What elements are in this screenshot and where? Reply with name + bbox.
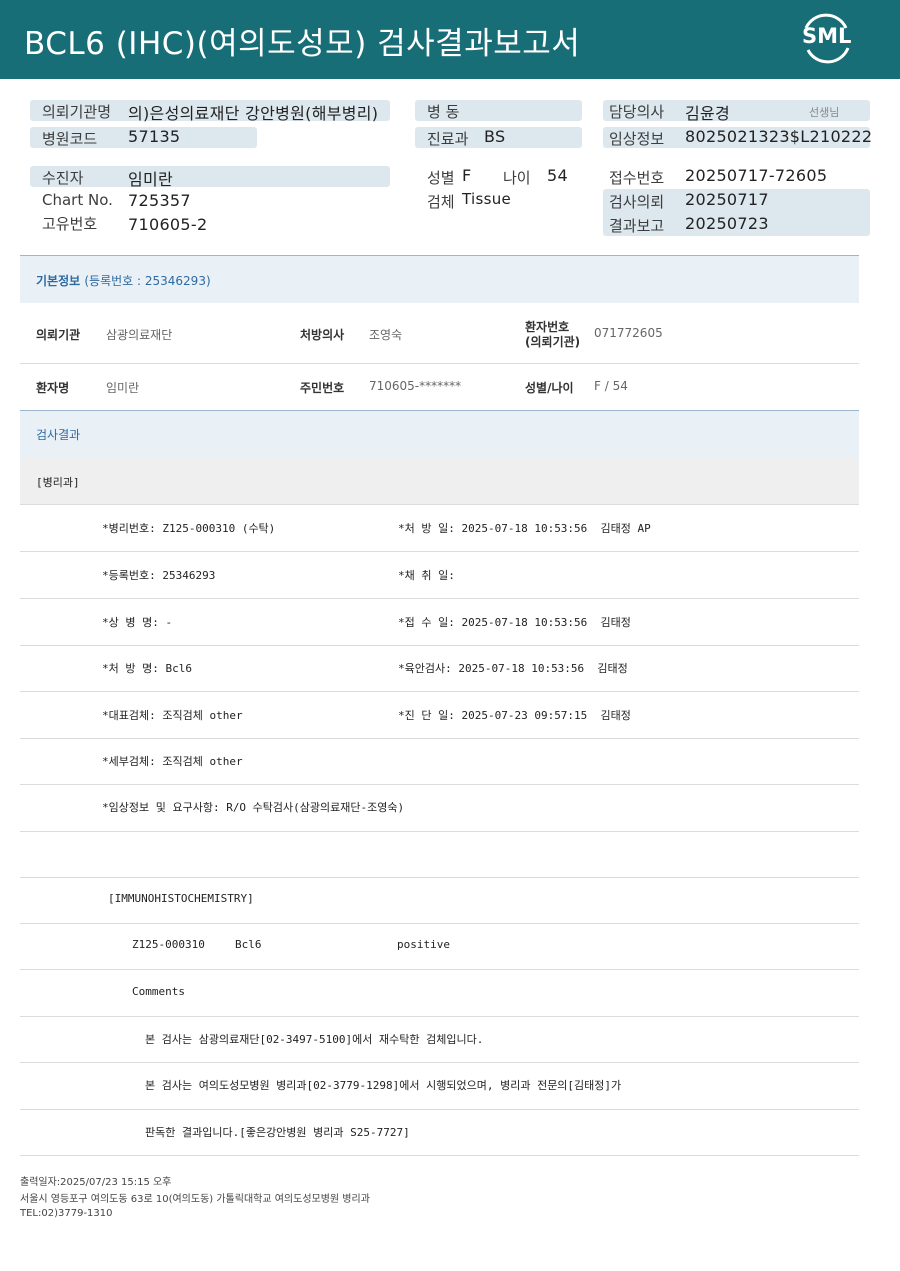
pathology-dept-row: [병리과]: [20, 458, 859, 505]
comment-text: 판독한 결과입니다.[좋은강안병원 병리과 S25-7727]: [145, 1126, 410, 1139]
result-left: *임상정보 및 요구사항: R/O 수탁검사(삼광의료재단-조영숙): [102, 801, 405, 814]
doctor-label: 담당의사: [609, 103, 665, 121]
age-label: 나이: [503, 169, 531, 187]
comments-row: Comments: [20, 970, 859, 1017]
result-right: *처 방 일: 2025-07-18 10:53:56 김태정 AP: [398, 522, 651, 535]
age-value: 54: [547, 166, 568, 185]
result-row: *세부검체: 조직검체 other: [20, 738, 859, 785]
comment-text: 본 검사는 여의도성모병원 병리과[02-3779-1298]에서 시행되었으며…: [145, 1079, 622, 1092]
result-title: 검사결과: [36, 428, 81, 442]
patient-label: 수진자: [42, 169, 84, 187]
prescriber-key: 처방의사: [300, 328, 345, 342]
result-left: *상 병 명: -: [102, 616, 173, 629]
ihc-id: Z125-000310: [132, 938, 205, 951]
patient-band: [30, 166, 390, 187]
registration-number: (등록번호 : 25346293): [84, 274, 211, 288]
receipt-label: 접수번호: [609, 169, 665, 187]
uid-label: 고유번호: [42, 215, 98, 233]
receipt-value: 20250717-72605: [685, 166, 828, 185]
ihc-title-row: [IMMUNOHISTOCHEMISTRY]: [20, 877, 859, 924]
patient-number-key-sub: (의뢰기관): [525, 335, 581, 349]
basic-info-row: 환자명 임미란 주민번호 710605-******* 성별/나이 F / 54: [20, 364, 859, 411]
sex-value: F: [462, 166, 472, 185]
patient-value: 임미란: [128, 170, 174, 189]
telephone: TEL:02)3779-1310: [20, 1208, 113, 1219]
clinical-label: 임상정보: [609, 130, 665, 148]
sex-age-value: F / 54: [594, 379, 628, 393]
patient-name-value: 임미란: [106, 381, 140, 395]
ihc-result: positive: [397, 938, 450, 951]
resident-number-value: 710605-*******: [369, 379, 462, 393]
result-row: *처 방 명: Bcl6 *육안검사: 2025-07-18 10:53:56 …: [20, 645, 859, 692]
ward-label: 병 동: [427, 103, 460, 121]
result-left: *대표검체: 조직검체 other: [102, 709, 243, 722]
logo-text: SML: [802, 24, 852, 48]
ihc-title: [IMMUNOHISTOCHEMISTRY]: [108, 892, 254, 905]
hospital-code-value: 57135: [128, 127, 181, 146]
ref-org-key: 의뢰기관: [36, 328, 81, 342]
result-row: *대표검체: 조직검체 other *진 단 일: 2025-07-23 09:…: [20, 692, 859, 739]
ihc-marker: Bcl6: [235, 938, 262, 951]
clinical-value: 8025021323$L210222: [685, 127, 873, 146]
result-row: *상 병 명: - *접 수 일: 2025-07-18 10:53:56 김태…: [20, 599, 859, 646]
comment-row: 본 검사는 삼광의료재단[02-3497-5100]에서 재수탁한 검체입니다.: [20, 1016, 859, 1063]
result-right: *접 수 일: 2025-07-18 10:53:56 김태정: [398, 616, 631, 629]
blank-row: [20, 831, 859, 878]
comment-row: 본 검사는 여의도성모병원 병리과[02-3779-1298]에서 시행되었으며…: [20, 1063, 859, 1110]
report-title: BCL6 (IHC)(여의도성모) 검사결과보고서: [24, 26, 581, 62]
result-left: *등록번호: 25346293: [102, 569, 216, 582]
resident-number-key: 주민번호: [300, 381, 345, 395]
result-row: *임상정보 및 요구사항: R/O 수탁검사(삼광의료재단-조영숙): [20, 785, 859, 832]
sex-label: 성별: [427, 169, 455, 187]
doctor-value: 김윤경: [685, 104, 731, 123]
specimen-label: 검체: [427, 193, 455, 211]
dept-value: BS: [484, 127, 506, 146]
uid-value: 710605-2: [128, 215, 208, 234]
report-value: 20250723: [685, 214, 769, 233]
dept-label: 진료과: [427, 130, 469, 148]
result-row: *병리번호: Z125-000310 (수탁) *처 방 일: 2025-07-…: [20, 505, 859, 552]
basic-info-header: 기본정보 (등록번호 : 25346293): [20, 255, 859, 303]
hospital-code-label: 병원코드: [42, 130, 98, 148]
ihc-result-row: Z125-000310 Bcl6 positive: [20, 923, 859, 970]
ref-hospital-value: 의)은성의료재단 강안병원(해부병리): [128, 104, 379, 123]
result-left: *세부검체: 조직검체 other: [102, 755, 243, 768]
print-date: 출력일자:2025/07/23 15:15 오후: [20, 1177, 172, 1188]
specimen-value: Tissue: [462, 190, 512, 208]
comment-row: 판독한 결과입니다.[좋은강안병원 병리과 S25-7727]: [20, 1109, 859, 1156]
result-row: *등록번호: 25346293 *채 취 일:: [20, 552, 859, 599]
basic-info-title: 기본정보 (등록번호 : 25346293): [36, 274, 211, 288]
result-header: 검사결과: [20, 411, 859, 458]
chart-value: 725357: [128, 191, 191, 210]
result-right: *진 단 일: 2025-07-23 09:57:15 김태정: [398, 709, 631, 722]
comments-label: Comments: [132, 985, 185, 998]
request-label: 검사의뢰: [609, 193, 665, 211]
result-right: *채 취 일:: [398, 569, 455, 582]
doctor-suffix: 선생님: [809, 106, 840, 119]
request-value: 20250717: [685, 190, 769, 209]
result-right: *육안검사: 2025-07-18 10:53:56 김태정: [398, 662, 628, 675]
sex-age-key: 성별/나이: [525, 381, 574, 395]
comment-text: 본 검사는 삼광의료재단[02-3497-5100]에서 재수탁한 검체입니다.: [145, 1033, 484, 1046]
patient-number-value: 071772605: [594, 326, 663, 340]
report-header: BCL6 (IHC)(여의도성모) 검사결과보고서 SML: [0, 0, 900, 79]
result-left: *병리번호: Z125-000310 (수탁): [102, 522, 276, 535]
report-label: 결과보고: [609, 217, 665, 235]
pathology-dept-label: [병리과]: [36, 476, 80, 489]
patient-name-key: 환자명: [36, 381, 70, 395]
sml-logo: SML: [796, 12, 856, 64]
result-left: *처 방 명: Bcl6: [102, 662, 192, 675]
basic-info-row: 의뢰기관 삼광의료재단 처방의사 조영숙 환자번호 (의뢰기관) 0717726…: [20, 303, 859, 364]
ref-org-value: 삼광의료재단: [106, 328, 173, 342]
address: 서울시 영등포구 여의도동 63로 10(여의도동) 가톨릭대학교 여의도성모병…: [20, 1194, 370, 1205]
ref-hospital-label: 의뢰기관명: [42, 103, 112, 121]
chart-label: Chart No.: [42, 191, 113, 209]
prescriber-value: 조영숙: [369, 328, 403, 342]
